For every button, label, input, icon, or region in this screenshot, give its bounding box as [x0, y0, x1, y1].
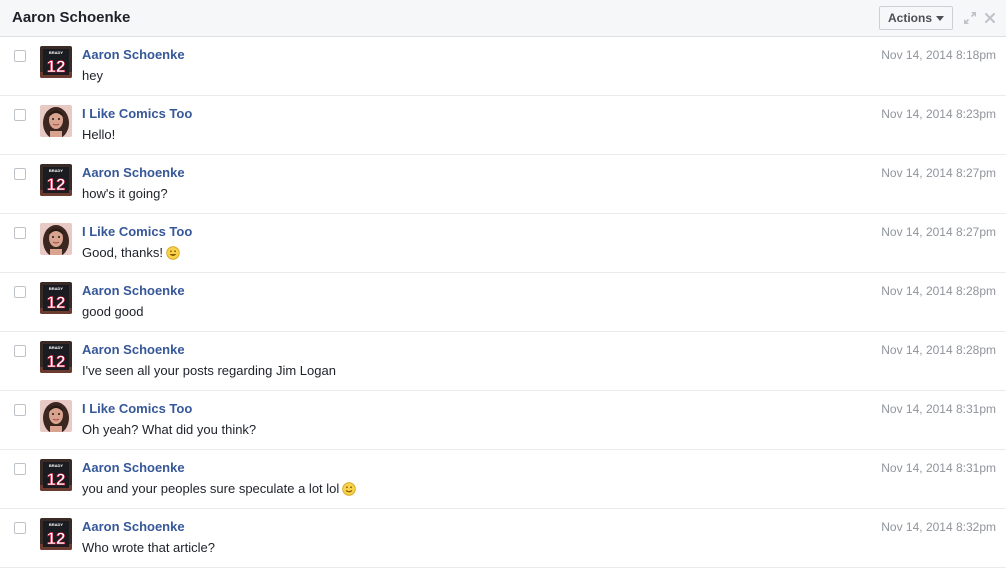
- message-body: good good: [82, 304, 144, 319]
- sender-name-link[interactable]: I Like Comics Too: [82, 106, 192, 122]
- message-body: you and your peoples sure speculate a lo…: [82, 481, 340, 496]
- message-timestamp: Nov 14, 2014 8:28pm: [881, 343, 996, 357]
- message-select-checkbox[interactable]: [14, 50, 26, 62]
- conversation-header: Aaron Schoenke Actions: [0, 0, 1006, 37]
- close-icon[interactable]: [983, 11, 997, 25]
- avatar-aaron[interactable]: BRADY 12: [40, 282, 72, 314]
- message-text: good good: [82, 304, 143, 320]
- sender-name-link[interactable]: Aaron Schoenke: [82, 519, 185, 535]
- avatar-comics[interactable]: [40, 400, 72, 432]
- caret-down-icon: [936, 16, 944, 21]
- message-select-checkbox[interactable]: [14, 227, 26, 239]
- message-body: Good, thanks!: [82, 245, 163, 260]
- message-select-checkbox[interactable]: [14, 463, 26, 475]
- message-text: you and your peoples sure speculate a lo…: [82, 481, 356, 497]
- message-body: hey: [82, 68, 103, 83]
- message-body: Hello!: [82, 127, 116, 142]
- sender-name-link[interactable]: Aaron Schoenke: [82, 47, 185, 63]
- message-select-checkbox[interactable]: [14, 404, 26, 416]
- message-select-checkbox[interactable]: [14, 109, 26, 121]
- message-text: Oh yeah? What did you think?: [82, 422, 256, 438]
- message-text: Good, thanks!: [82, 245, 180, 261]
- sender-name-link[interactable]: I Like Comics Too: [82, 224, 192, 240]
- message-timestamp: Nov 14, 2014 8:32pm: [881, 520, 996, 534]
- message-select-checkbox[interactable]: [14, 286, 26, 298]
- message-text: Who wrote that article?: [82, 540, 215, 556]
- message-select-checkbox[interactable]: [14, 345, 26, 357]
- jersey-name-text: BRADY: [49, 286, 64, 291]
- jersey-name-text: BRADY: [49, 168, 64, 173]
- grinning-face-icon: [166, 246, 180, 260]
- jersey-name-text: BRADY: [49, 50, 64, 55]
- message-timestamp: Nov 14, 2014 8:27pm: [881, 225, 996, 239]
- expand-icon[interactable]: [963, 11, 977, 25]
- avatar-aaron[interactable]: BRADY 12: [40, 164, 72, 196]
- jersey-number-text: 12: [47, 293, 66, 312]
- message-row-5: BRADY 12 Aaron Schoenke good good Nov 14,…: [0, 273, 1006, 332]
- message-row-7: I Like Comics Too Oh yeah? What did you …: [0, 391, 1006, 450]
- avatar-comics[interactable]: [40, 223, 72, 255]
- message-body: Who wrote that article?: [82, 540, 215, 555]
- message-text: I've seen all your posts regarding Jim L…: [82, 363, 336, 379]
- avatar-aaron[interactable]: BRADY 12: [40, 341, 72, 373]
- message-row-9: BRADY 12 Aaron Schoenke Who wrote that ar…: [0, 509, 1006, 568]
- sender-name-link[interactable]: Aaron Schoenke: [82, 165, 185, 181]
- sender-name-link[interactable]: Aaron Schoenke: [82, 283, 185, 299]
- message-row-6: BRADY 12 Aaron Schoenke I've seen all you…: [0, 332, 1006, 391]
- message-timestamp: Nov 14, 2014 8:23pm: [881, 107, 996, 121]
- message-timestamp: Nov 14, 2014 8:31pm: [881, 461, 996, 475]
- smiling-face-icon: [342, 482, 356, 496]
- conversation-title: Aaron Schoenke: [12, 9, 131, 26]
- sender-name-link[interactable]: Aaron Schoenke: [82, 460, 185, 476]
- sender-name-link[interactable]: I Like Comics Too: [82, 401, 192, 417]
- jersey-number-text: 12: [47, 352, 66, 371]
- message-body: how's it going?: [82, 186, 168, 201]
- message-select-checkbox[interactable]: [14, 168, 26, 180]
- avatar-aaron[interactable]: BRADY 12: [40, 46, 72, 78]
- avatar-aaron[interactable]: BRADY 12: [40, 518, 72, 550]
- message-row-1: BRADY 12 Aaron Schoenke hey Nov 14, 2014 …: [0, 37, 1006, 96]
- message-row-2: I Like Comics Too Hello! Nov 14, 2014 8:…: [0, 96, 1006, 155]
- message-body: Oh yeah? What did you think?: [82, 422, 257, 437]
- message-timestamp: Nov 14, 2014 8:31pm: [881, 402, 996, 416]
- message-row-4: I Like Comics Too Good, thanks! Nov 14, …: [0, 214, 1006, 273]
- message-body: I've seen all your posts regarding Jim L…: [82, 363, 336, 378]
- message-timestamp: Nov 14, 2014 8:28pm: [881, 284, 996, 298]
- jersey-number-text: 12: [47, 57, 66, 76]
- jersey-name-text: BRADY: [49, 345, 64, 350]
- message-text: how's it going?: [82, 186, 168, 202]
- message-list: BRADY 12 Aaron Schoenke hey Nov 14, 2014 …: [0, 37, 1006, 568]
- message-timestamp: Nov 14, 2014 8:18pm: [881, 48, 996, 62]
- actions-label: Actions: [888, 11, 933, 25]
- message-text: hey: [82, 68, 103, 84]
- message-row-3: BRADY 12 Aaron Schoenke how's it going? N…: [0, 155, 1006, 214]
- message-row-8: BRADY 12 Aaron Schoenke you and your peop…: [0, 450, 1006, 509]
- actions-dropdown-button[interactable]: Actions: [879, 6, 953, 30]
- jersey-name-text: BRADY: [49, 522, 64, 527]
- jersey-number-text: 12: [47, 470, 66, 489]
- message-text: Hello!: [82, 127, 115, 143]
- jersey-number-text: 12: [47, 529, 66, 548]
- jersey-name-text: BRADY: [49, 463, 64, 468]
- avatar-aaron[interactable]: BRADY 12: [40, 459, 72, 491]
- avatar-comics[interactable]: [40, 105, 72, 137]
- message-timestamp: Nov 14, 2014 8:27pm: [881, 166, 996, 180]
- jersey-number-text: 12: [47, 175, 66, 194]
- message-select-checkbox[interactable]: [14, 522, 26, 534]
- sender-name-link[interactable]: Aaron Schoenke: [82, 342, 185, 358]
